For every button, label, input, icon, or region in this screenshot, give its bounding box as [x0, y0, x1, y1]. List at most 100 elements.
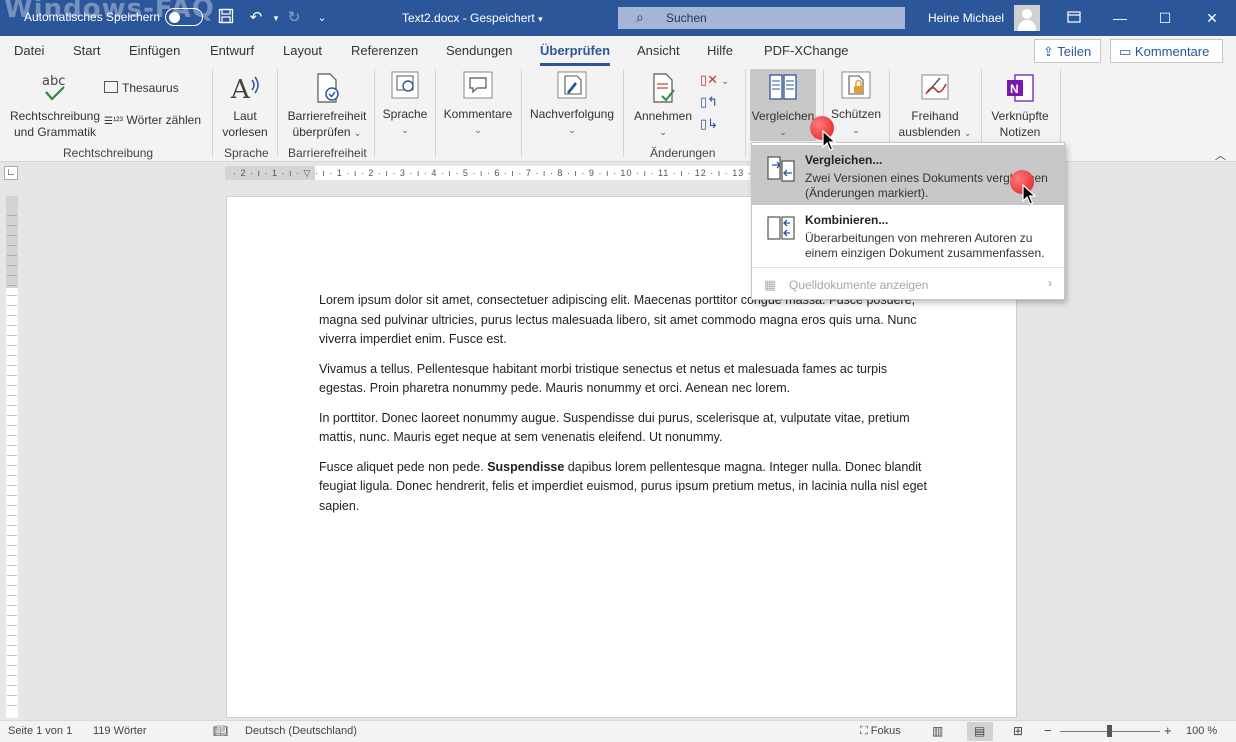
chevron-down-icon: ⌄	[568, 125, 576, 135]
menu-item-combine[interactable]: Kombinieren... Überarbeitungen von mehre…	[752, 207, 1064, 265]
share-icon: ⇪	[1043, 44, 1054, 59]
vertical-ruler[interactable]	[6, 196, 18, 718]
thesaurus-label: Thesaurus	[122, 81, 179, 95]
tab-ueberpruefen[interactable]: Überprüfen	[540, 43, 610, 58]
lock-icon	[839, 70, 873, 102]
combine-documents-icon	[766, 215, 796, 243]
title-bar: Windows-FAQ Automatisches Speichern ↶ ▾ …	[0, 0, 1236, 36]
autosave-toggle[interactable]	[165, 8, 203, 26]
tracking-button[interactable]: Nachverfolgung ⌄	[526, 70, 618, 138]
tab-einfuegen[interactable]: Einfügen	[129, 43, 180, 58]
previous-change-button[interactable]: ▯↰	[700, 94, 718, 110]
tab-referenzen[interactable]: Referenzen	[351, 43, 418, 58]
tab-entwurf[interactable]: Entwurf	[210, 43, 254, 58]
save-icon[interactable]	[216, 8, 236, 28]
proofing-icon[interactable]: 📖︎	[213, 724, 228, 738]
menu-item-source-documents: Quelldokumente anzeigen	[789, 278, 929, 292]
separator	[212, 69, 213, 157]
comment-icon: ▭	[1119, 44, 1132, 59]
language-button[interactable]: Sprache ⌄	[380, 70, 430, 138]
tab-ansicht[interactable]: Ansicht	[637, 43, 680, 58]
tab-datei[interactable]: Datei	[14, 43, 44, 58]
ruler-ticks-vertical	[7, 206, 17, 706]
cursor-arrow-icon	[1022, 184, 1037, 205]
group-label-speech: Sprache	[224, 146, 269, 160]
comments-group-button[interactable]: Kommentare ⌄	[440, 70, 516, 138]
protect-button[interactable]: Schützen ⌄	[828, 70, 884, 138]
read-aloud-label-2: vorlesen	[222, 125, 268, 139]
share-button[interactable]: ⇪ Teilen	[1034, 39, 1101, 63]
undo-icon[interactable]: ↶	[246, 8, 266, 28]
word-count[interactable]: 119 Wörter	[93, 725, 147, 737]
spelling-grammar-button[interactable]: abc Rechtschreibung und Grammatik	[8, 72, 102, 140]
accessibility-check-button[interactable]: Barrierefreiheit überprüfen ⌄	[284, 72, 370, 141]
read-aloud-button[interactable]: A Laut vorlesen	[218, 72, 272, 140]
chevron-down-icon: ⌄	[474, 125, 482, 135]
compare-title: Vergleichen...	[805, 153, 883, 167]
close-icon[interactable]: ✕	[1200, 6, 1224, 30]
next-change-button[interactable]: ▯↳	[700, 116, 718, 132]
horizontal-ruler[interactable]: · 2 · ı · 1 · ı · ▽ · ı · 1 · ı · 2 · ı …	[225, 166, 750, 180]
paragraph[interactable]: Vivamus a tellus. Pellentesque habitant …	[319, 360, 929, 399]
tab-pdf-xchange[interactable]: PDF-XChange	[764, 43, 849, 58]
word-count-button[interactable]: ☰¹²³ Wörter zählen	[104, 112, 201, 130]
reject-button[interactable]: ▯✕ ⌄	[700, 72, 729, 89]
tab-start[interactable]: Start	[73, 43, 100, 58]
next-change-icon: ▯↳	[700, 116, 719, 131]
linked-notes-button[interactable]: N Verknüpfte Notizen	[986, 72, 1054, 140]
redo-icon[interactable]: ↻	[284, 8, 304, 28]
autosave-label: Automatisches Speichern	[24, 10, 161, 24]
zoom-in-icon[interactable]: +	[1164, 723, 1172, 738]
focus-button[interactable]: ⛶ Fokus	[860, 725, 901, 738]
paragraph[interactable]: In porttitor. Donec laoreet nonummy augu…	[319, 409, 929, 448]
combine-title: Kombinieren...	[805, 213, 889, 227]
print-layout-icon[interactable]: ▤	[974, 724, 985, 738]
chevron-down-icon: ⌄	[659, 127, 667, 137]
zoom-level[interactable]: 100 %	[1186, 725, 1217, 737]
tab-selector-icon[interactable]: ∟	[4, 166, 18, 180]
language-label: Sprache	[382, 107, 428, 121]
comments-button[interactable]: ▭ Kommentare	[1110, 39, 1223, 63]
tab-sendungen[interactable]: Sendungen	[446, 43, 513, 58]
document-title[interactable]: Text2.docx - Gespeichert ▾	[402, 11, 543, 25]
hide-ink-button[interactable]: Freihand ausblenden ⌄	[894, 72, 976, 141]
page-count[interactable]: Seite 1 von 1	[8, 725, 72, 737]
search-box[interactable]: ⌕ Suchen	[618, 7, 905, 29]
word-count-label: Wörter zählen	[126, 113, 202, 127]
thesaurus-button[interactable]: Thesaurus	[104, 80, 179, 96]
compare-button[interactable]: Vergleichen ⌄	[750, 72, 816, 140]
paragraph[interactable]: Fusce aliquet pede non pede. Suspendisse…	[319, 458, 929, 517]
accept-button[interactable]: Annehmen ⌄	[630, 72, 696, 140]
tab-layout[interactable]: Layout	[283, 43, 322, 58]
chevron-down-icon: ⌄	[963, 128, 972, 138]
maximize-icon[interactable]: ☐	[1153, 6, 1177, 30]
zoom-slider-handle[interactable]	[1107, 725, 1112, 737]
user-name[interactable]: Heine Michael	[928, 11, 1004, 25]
tab-hilfe[interactable]: Hilfe	[707, 43, 733, 58]
ribbon-display-options-icon[interactable]	[1062, 6, 1086, 30]
hide-ink-label-2: ausblenden ⌄	[898, 125, 972, 139]
minimize-icon[interactable]: —	[1108, 6, 1132, 30]
avatar-body	[1018, 20, 1036, 31]
group-label-accessibility: Barrierefreiheit	[288, 146, 367, 160]
language-status[interactable]: Deutsch (Deutschland)	[245, 725, 357, 737]
compare-dropdown-menu: Vergleichen... Zwei Versionen eines Doku…	[751, 142, 1065, 300]
undo-dropdown-icon[interactable]: ▾	[266, 8, 286, 28]
compare-label: Vergleichen	[751, 109, 815, 123]
ribbon-tabs: Datei Start Einfügen Entwurf Layout Refe…	[0, 36, 1236, 66]
spelling-check-icon: abc	[38, 72, 72, 104]
ink-pen-icon	[918, 72, 952, 104]
web-layout-icon[interactable]: ⊞	[1013, 724, 1023, 738]
spelling-label: Rechtschreibung	[9, 109, 101, 123]
status-bar: Seite 1 von 1 119 Wörter 📖︎ Deutsch (Deu…	[0, 720, 1236, 742]
zoom-out-icon[interactable]: −	[1044, 723, 1052, 738]
collapse-ribbon-icon[interactable]: ︿	[1215, 147, 1226, 163]
separator	[745, 69, 746, 157]
accessibility-label: Barrierefreiheit	[287, 109, 367, 123]
customize-quick-access-icon[interactable]: ⌄	[312, 8, 332, 28]
hide-ink-label: Freihand	[911, 109, 959, 123]
avatar-head	[1022, 9, 1032, 19]
document-body[interactable]: Lorem ipsum dolor sit amet, consectetuer…	[319, 291, 929, 526]
avatar[interactable]	[1014, 5, 1040, 31]
read-mode-icon[interactable]: ▥	[932, 724, 943, 738]
